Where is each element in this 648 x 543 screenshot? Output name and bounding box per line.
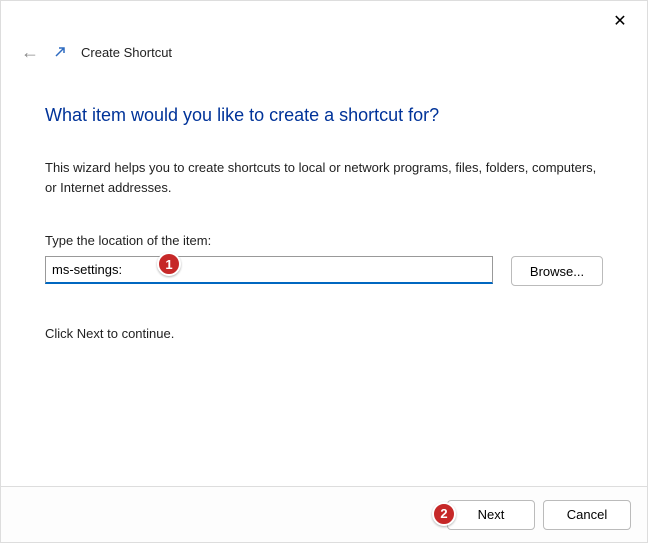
cancel-button[interactable]: Cancel (543, 500, 631, 530)
continue-text: Click Next to continue. (45, 326, 603, 341)
next-button-label: Next (478, 507, 505, 522)
page-heading: What item would you like to create a sho… (45, 105, 603, 126)
close-button[interactable]: ✕ (597, 5, 643, 37)
header-row: ← Create Shortcut (1, 39, 647, 65)
next-button[interactable]: 2 Next (447, 500, 535, 530)
location-label: Type the location of the item: (45, 233, 603, 248)
close-icon: ✕ (613, 11, 626, 31)
shortcut-icon (53, 45, 67, 59)
annotation-badge-1: 1 (157, 252, 181, 276)
titlebar: ✕ (1, 1, 647, 39)
content-area: What item would you like to create a sho… (1, 65, 647, 341)
back-arrow-icon[interactable]: ← (21, 42, 39, 63)
input-row: Browse... 1 (45, 256, 603, 286)
browse-button[interactable]: Browse... (511, 256, 603, 286)
wizard-description: This wizard helps you to create shortcut… (45, 158, 603, 197)
window-title: Create Shortcut (81, 45, 172, 60)
footer: 2 Next Cancel (1, 486, 647, 542)
annotation-badge-2: 2 (432, 502, 456, 526)
location-input[interactable] (45, 256, 493, 284)
